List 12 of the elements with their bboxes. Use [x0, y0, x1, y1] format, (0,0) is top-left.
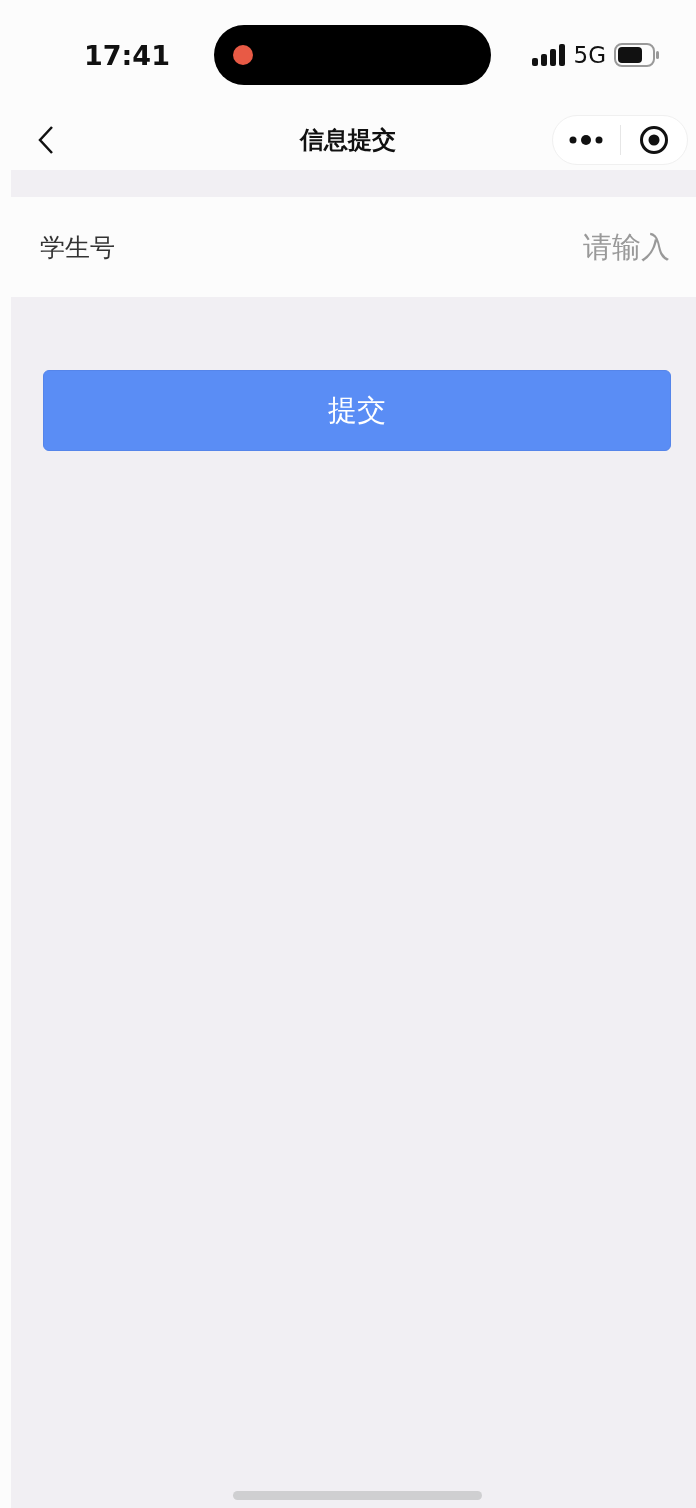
recording-dot-icon [232, 44, 254, 66]
network-label: 5G [573, 42, 606, 68]
field-label: 学生号 [40, 231, 115, 264]
battery-icon [614, 43, 660, 67]
more-icon[interactable] [568, 135, 605, 145]
signal-icon [531, 44, 566, 66]
status-time: 17:41 [84, 39, 171, 71]
back-button[interactable] [36, 124, 56, 156]
close-icon[interactable] [638, 125, 669, 155]
input-field[interactable]: 请输入 [372, 229, 672, 265]
submit-button[interactable]: 提交 [43, 370, 671, 451]
page-title: 信息提交 [300, 125, 396, 156]
